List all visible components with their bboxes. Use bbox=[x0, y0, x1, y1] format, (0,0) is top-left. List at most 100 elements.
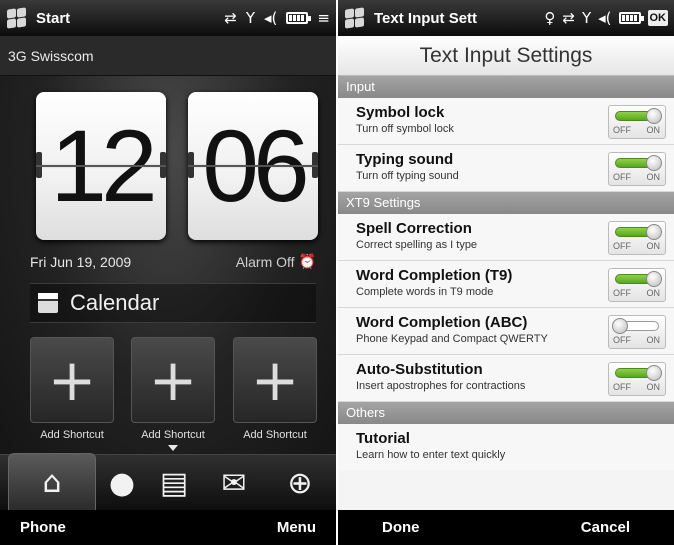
ok-button[interactable]: OK bbox=[647, 10, 668, 26]
text-input-settings-screen: Text Input Sett ♀ ⇄ Y ◂( OK Text Input S… bbox=[338, 0, 674, 545]
connectivity-icon: ≡ bbox=[317, 9, 330, 27]
add-shortcut-button[interactable]: + bbox=[131, 337, 215, 423]
alarm-clock-icon: ⏰ bbox=[298, 254, 316, 270]
date-text: Fri Jun 19, 2009 bbox=[30, 254, 132, 270]
tab-pointer bbox=[168, 445, 178, 451]
status-title[interactable]: Text Input Sett bbox=[374, 10, 477, 27]
toggle-off-label: OFF bbox=[613, 125, 631, 135]
done-softkey[interactable]: Done bbox=[382, 519, 420, 536]
status-bar: Text Input Sett ♀ ⇄ Y ◂( OK bbox=[338, 0, 674, 36]
signal-icon: Y bbox=[581, 9, 592, 27]
toggle-knob bbox=[646, 155, 662, 171]
auto-substitution-toggle[interactable]: OFF ON bbox=[608, 362, 666, 396]
plus-icon: + bbox=[250, 346, 300, 414]
battery-icon bbox=[286, 12, 312, 24]
shortcut-label: Add Shortcut bbox=[243, 429, 307, 441]
signal-icon: Y bbox=[245, 9, 256, 27]
settings-list: Input Symbol lock Turn off symbol lock O… bbox=[338, 76, 674, 471]
toggle-knob bbox=[646, 108, 662, 124]
word-completion-t9-toggle[interactable]: OFF ON bbox=[608, 268, 666, 302]
tab-mail[interactable]: ✉ bbox=[212, 463, 256, 503]
status-icons[interactable]: ⇄ Y ◂( ≡ bbox=[224, 9, 330, 27]
flip-hinge bbox=[312, 152, 318, 178]
menu-softkey[interactable]: Menu bbox=[277, 519, 316, 536]
toggle-off-label: OFF bbox=[613, 241, 631, 251]
add-shortcut-button[interactable]: + bbox=[30, 337, 114, 423]
setting-spell-correction[interactable]: Spell Correction Correct spelling as I t… bbox=[338, 214, 674, 261]
home-icon: ⌂ bbox=[42, 465, 62, 500]
status-icons[interactable]: ♀ ⇄ Y ◂( OK bbox=[544, 9, 668, 27]
bluetooth-icon: ♀ bbox=[544, 9, 556, 27]
plus-icon: + bbox=[47, 346, 97, 414]
tab-home[interactable]: ⌂ bbox=[8, 453, 96, 511]
messages-icon: ▤ bbox=[159, 465, 189, 501]
toggle-on-label: ON bbox=[646, 288, 661, 298]
setting-symbol-lock[interactable]: Symbol lock Turn off symbol lock OFF ON bbox=[338, 98, 674, 145]
section-header: Input bbox=[338, 76, 674, 98]
toggle-off-label: OFF bbox=[613, 288, 631, 298]
clock-hour-card[interactable]: 12 bbox=[36, 92, 166, 240]
volume-icon: ◂( bbox=[264, 9, 278, 27]
clock-hour: 12 bbox=[50, 109, 157, 223]
setting-tutorial[interactable]: Tutorial Learn how to enter text quickly bbox=[338, 424, 674, 471]
mail-icon: ✉ bbox=[221, 465, 247, 501]
clock-minute-card[interactable]: 06 bbox=[188, 92, 318, 240]
start-flag-icon[interactable] bbox=[6, 7, 28, 29]
setting-auto-substitution[interactable]: Auto-Substitution Insert apostrophes for… bbox=[338, 355, 674, 402]
toggle-on-label: ON bbox=[646, 125, 661, 135]
section-header: XT9 Settings bbox=[338, 192, 674, 214]
status-title[interactable]: Start bbox=[36, 10, 70, 27]
flip-hinge bbox=[36, 152, 42, 178]
tab-messages[interactable]: ▤ bbox=[152, 463, 196, 503]
tab-bar: ⌂ ● ▤ ✉ ⊕ bbox=[0, 453, 336, 511]
setting-title: Tutorial bbox=[356, 430, 410, 447]
alarm-text: Alarm Off bbox=[235, 254, 295, 270]
calendar-icon bbox=[38, 293, 58, 313]
calendar-label: Calendar bbox=[70, 290, 160, 315]
tab-people[interactable]: ● bbox=[100, 463, 144, 503]
sync-icon: ⇄ bbox=[224, 9, 237, 27]
tab-internet[interactable]: ⊕ bbox=[278, 463, 322, 503]
setting-word-completion-abc[interactable]: Word Completion (ABC) Phone Keypad and C… bbox=[338, 308, 674, 355]
people-icon: ● bbox=[108, 465, 136, 501]
setting-typing-sound[interactable]: Typing sound Turn off typing sound OFF ON bbox=[338, 145, 674, 192]
toggle-off-label: OFF bbox=[613, 335, 631, 345]
internet-icon: ⊕ bbox=[287, 465, 313, 501]
page-title: Text Input Settings bbox=[338, 36, 674, 76]
toggle-knob bbox=[646, 224, 662, 240]
toggle-on-label: ON bbox=[646, 382, 661, 392]
start-flag-icon[interactable] bbox=[344, 7, 366, 29]
cancel-softkey[interactable]: Cancel bbox=[581, 519, 630, 536]
shortcut-label: Add Shortcut bbox=[40, 429, 104, 441]
volume-icon: ◂( bbox=[598, 9, 612, 27]
clock-minute: 06 bbox=[202, 109, 309, 223]
toggle-on-label: ON bbox=[646, 241, 661, 251]
toggle-on-label: ON bbox=[646, 335, 661, 345]
date-row[interactable]: Fri Jun 19, 2009 Alarm Off ⏰ bbox=[30, 254, 316, 270]
toggle-knob bbox=[612, 318, 628, 334]
home-screen: Start ⇄ Y ◂( ≡ 3G Swisscom 12 06 Fri Jun… bbox=[0, 0, 336, 545]
setting-word-completion-t9[interactable]: Word Completion (T9) Complete words in T… bbox=[338, 261, 674, 308]
softkey-bar: Phone Menu bbox=[0, 510, 336, 545]
battery-icon bbox=[618, 12, 644, 24]
spell-correction-toggle[interactable]: OFF ON bbox=[608, 221, 666, 255]
shortcut-label: Add Shortcut bbox=[141, 429, 205, 441]
alarm-status[interactable]: Alarm Off ⏰ bbox=[236, 254, 316, 270]
section-header: Others bbox=[338, 402, 674, 424]
flip-hinge bbox=[188, 152, 194, 178]
plus-icon: + bbox=[148, 346, 198, 414]
toggle-knob bbox=[646, 271, 662, 287]
toggle-off-label: OFF bbox=[613, 172, 631, 182]
flip-hinge bbox=[160, 152, 166, 178]
add-shortcut-button[interactable]: + bbox=[233, 337, 317, 423]
calendar-row[interactable]: Calendar bbox=[30, 283, 316, 323]
softkey-bar: Done Cancel bbox=[338, 510, 674, 545]
typing-sound-toggle[interactable]: OFF ON bbox=[608, 152, 666, 186]
phone-softkey[interactable]: Phone bbox=[20, 519, 66, 536]
toggle-off-label: OFF bbox=[613, 382, 631, 392]
carrier-name: 3G Swisscom bbox=[0, 36, 336, 76]
word-completion-abc-toggle[interactable]: OFF ON bbox=[608, 315, 666, 349]
sync-icon: ⇄ bbox=[562, 9, 575, 27]
symbol-lock-toggle[interactable]: OFF ON bbox=[608, 105, 666, 139]
toggle-knob bbox=[646, 365, 662, 381]
